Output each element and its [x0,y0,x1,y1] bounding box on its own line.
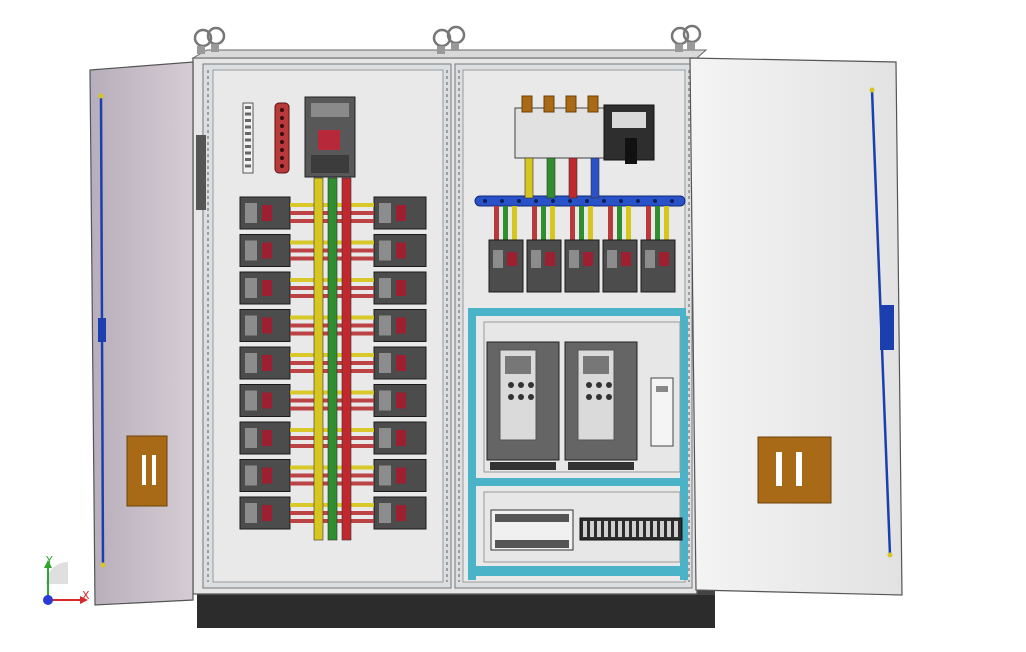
branch-breaker-right[interactable] [373,271,427,305]
cad-viewport[interactable]: X Y [0,0,1026,652]
branch-breaker-right[interactable] [373,196,427,230]
axis-x-label: X [82,589,90,602]
branch-breaker-left[interactable] [239,196,291,230]
branch-breaker-right[interactable] [373,309,427,342]
branch-breaker-right[interactable] [373,346,427,380]
branch-breaker-right[interactable] [373,496,427,530]
vfd-drive-2[interactable] [564,341,638,470]
branch-breaker-left[interactable] [239,384,291,417]
branch-breaker-left[interactable] [239,459,291,492]
branch-breaker-left[interactable] [239,346,291,380]
cabinet-plinth [197,590,715,628]
terminal-strip [242,102,254,174]
riser-busbar [568,157,578,199]
terminal-block-row [579,517,683,541]
busbar-phase-2 [327,177,338,541]
branch-breaker-right[interactable] [373,384,427,417]
riser-busbar [590,157,600,199]
control-module[interactable] [650,377,674,447]
riser-busbar [546,157,556,199]
branch-breaker-left[interactable] [239,234,291,267]
vfd-drive-1[interactable] [486,341,560,470]
right-door[interactable] [689,57,903,596]
left-door[interactable] [89,61,206,606]
left-door-handle[interactable] [126,435,168,507]
riser-busbar [524,157,534,199]
neutral-bar [274,102,290,174]
main-breaker[interactable] [304,96,356,178]
horizontal-busbar [474,195,686,207]
branch-breaker-right[interactable] [373,421,427,455]
plc-controller[interactable] [490,509,574,551]
branch-breaker-left[interactable] [239,271,291,305]
branch-breaker-left[interactable] [239,496,291,530]
branch-breaker-left[interactable] [239,421,291,455]
right-door-handle[interactable] [757,436,832,504]
branch-breaker-right[interactable] [373,459,427,492]
busbar-phase-3 [341,177,352,541]
busbar-phase-1 [313,177,324,541]
branch-breaker-right[interactable] [373,234,427,267]
axis-y-label: Y [46,554,53,567]
branch-breaker-left[interactable] [239,309,291,342]
